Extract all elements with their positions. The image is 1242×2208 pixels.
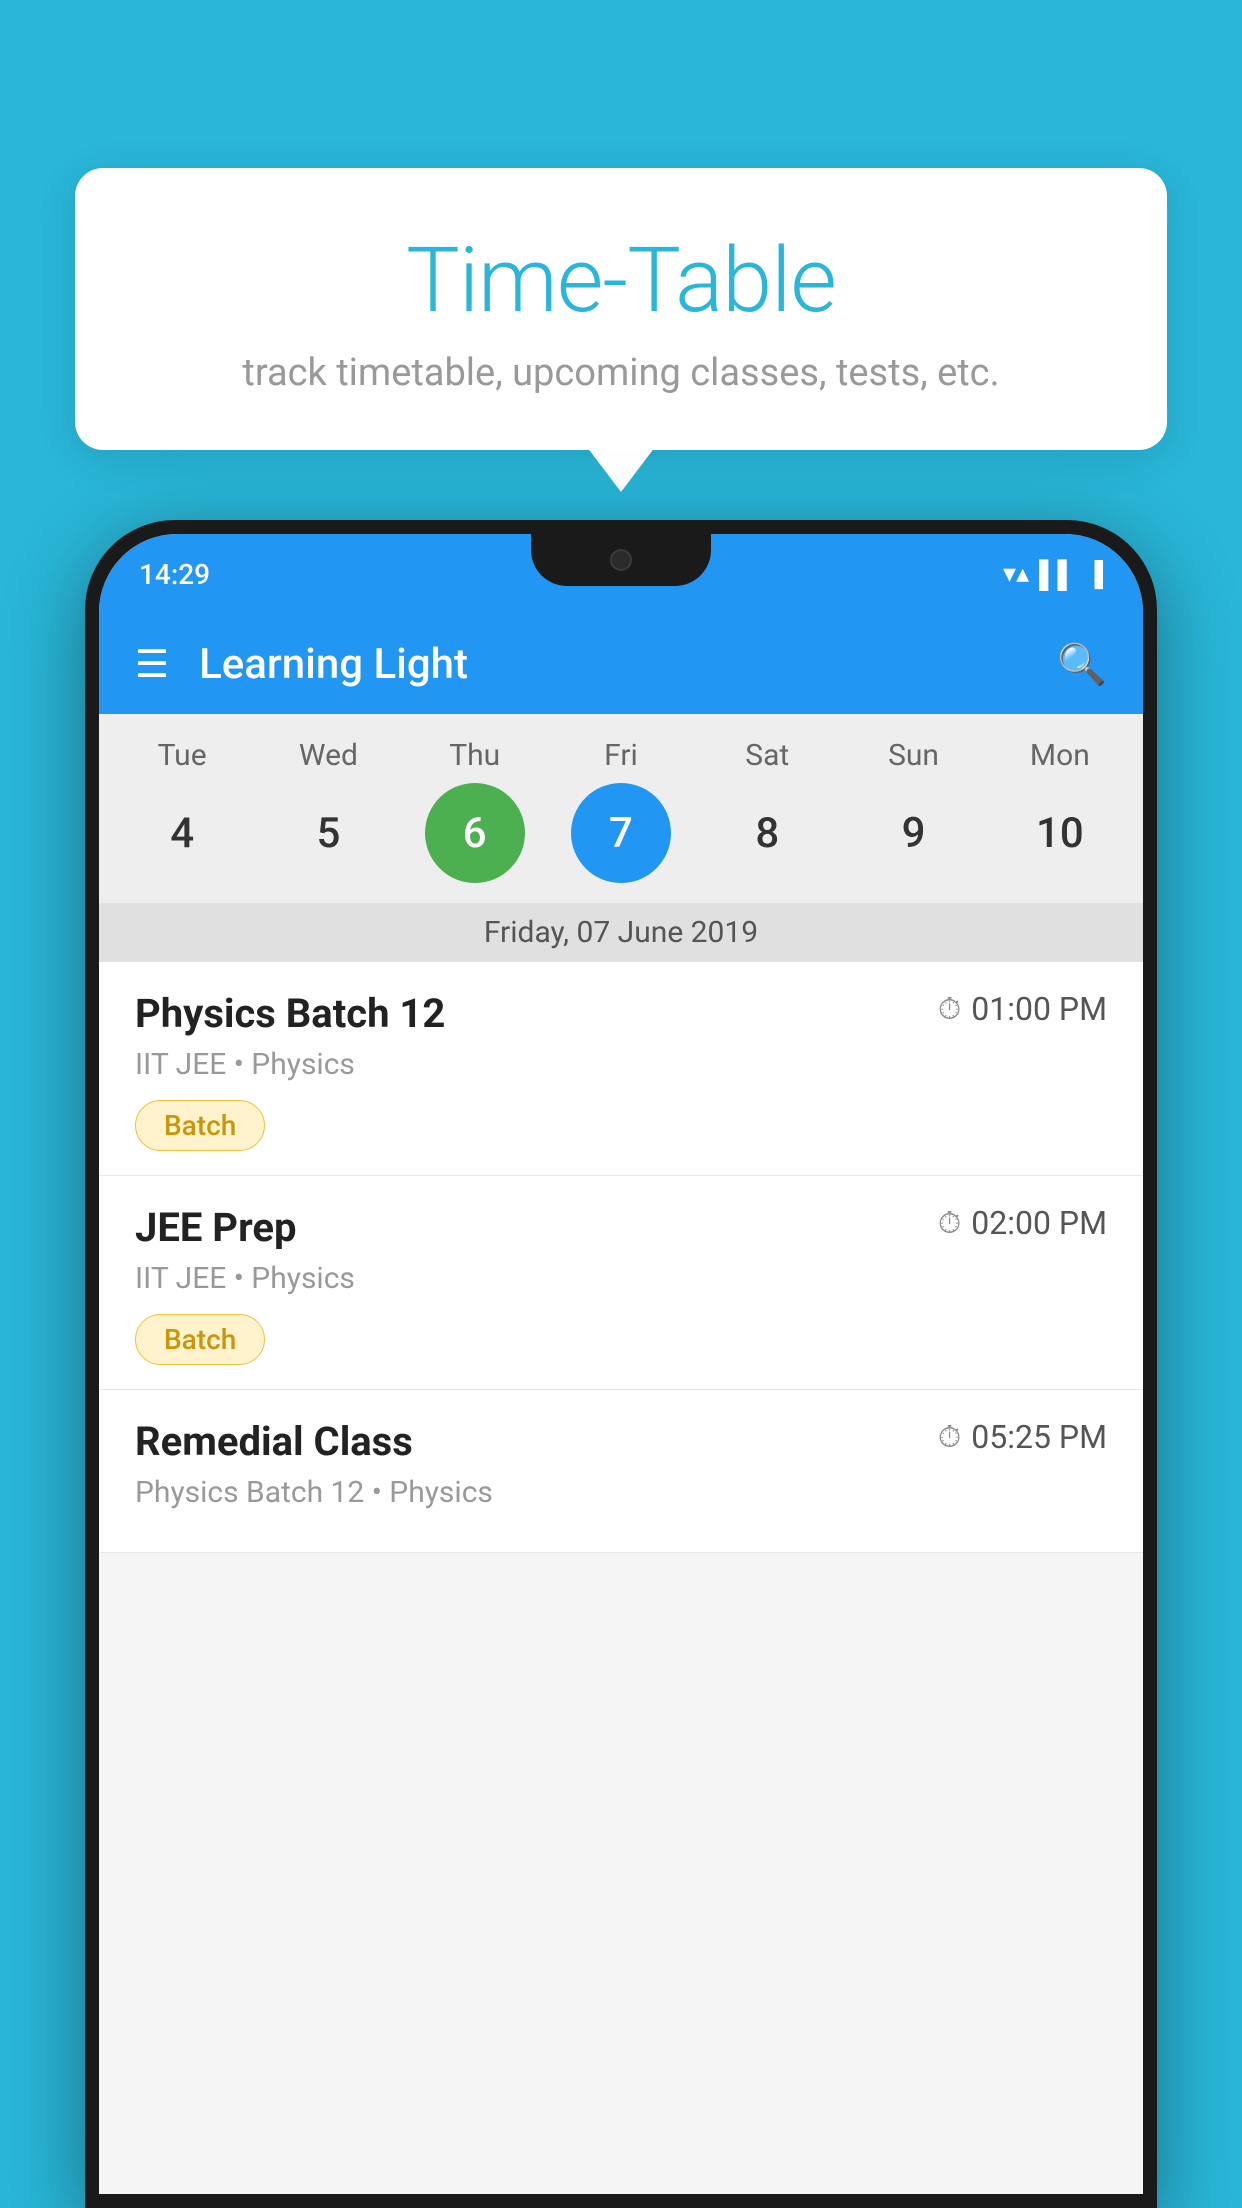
phone-screen: 14:29 ▾▴ ▌▌ ▐ ☰ Learning Light 🔍 TueWedT… [99,534,1143,2194]
battery-icon: ▐ [1086,560,1103,589]
day-number-5[interactable]: 5 [278,783,378,883]
batch-tag-0: Batch [135,1100,265,1151]
camera [610,549,632,571]
app-bar: ☰ Learning Light 🔍 [99,614,1143,714]
clock-icon: ⏱ [938,1420,961,1455]
phone-mockup: 14:29 ▾▴ ▌▌ ▐ ☰ Learning Light 🔍 TueWedT… [85,520,1157,2208]
day-header-sun: Sun [849,738,979,773]
selected-date-label: Friday, 07 June 2019 [99,903,1143,962]
day-number-7[interactable]: 7 [571,783,671,883]
day-number-10[interactable]: 10 [1010,783,1110,883]
calendar-strip: Tue Wed Thu Fri Sat Sun Mon 456789 10 Friday, 0… [99,714,1143,962]
tooltip-title: Time-Table [125,228,1117,333]
signal-icon: ▌▌ [1039,559,1076,590]
day-number-6[interactable]: 6 [425,783,525,883]
day-header-tue: Tue [117,738,247,773]
day-header-mon: Mon [995,738,1125,773]
day-header-wed: Wed [263,738,393,773]
class-time-0: ⏱01:00 PM [938,990,1107,1028]
day-numbers: 456789 10 [99,783,1143,903]
day-header-sat: Sat [702,738,832,773]
day-number-8[interactable]: 8 [717,783,817,883]
class-name-0: Physics Batch 12 [135,990,445,1037]
class-name-1: JEE Prep [135,1204,296,1251]
class-item-2[interactable]: Remedial Class ⏱05:25 PM Physics Batch 12 … [99,1390,1143,1553]
day-number-9[interactable]: 9 [864,783,964,883]
day-headers: Tue Wed Thu Fri Sat Sun Mon [99,738,1143,783]
clock-icon: ⏱ [938,992,961,1027]
class-time-1: ⏱02:00 PM [938,1204,1107,1242]
class-time-2: ⏱05:25 PM [938,1418,1107,1456]
tooltip-subtitle: track timetable, upcoming classes, tests… [125,351,1117,395]
batch-tag-1: Batch [135,1314,265,1365]
class-meta-1: IIT JEE • Physics [135,1261,1107,1296]
tooltip-card: Time-Table track timetable, upcoming cla… [75,168,1167,450]
day-number-4[interactable]: 4 [132,783,232,883]
day-header-thu: Thu [410,738,540,773]
wifi-icon: ▾▴ [1003,559,1029,589]
app-title: Learning Light [199,640,1027,689]
class-item-1[interactable]: JEE Prep ⏱02:00 PM IIT JEE • Physics Batch [99,1176,1143,1390]
status-icons: ▾▴ ▌▌ ▐ [1003,559,1103,590]
search-icon[interactable]: 🔍 [1057,641,1107,688]
class-list: Physics Batch 12 ⏱01:00 PM IIT JEE • Physi… [99,962,1143,1553]
class-meta-2: Physics Batch 12 • Physics [135,1475,1107,1510]
status-bar: 14:29 ▾▴ ▌▌ ▐ [99,534,1143,614]
class-meta-0: IIT JEE • Physics [135,1047,1107,1082]
status-time: 14:29 [139,558,210,591]
clock-icon: ⏱ [938,1206,961,1241]
notch [531,534,711,586]
class-item-0[interactable]: Physics Batch 12 ⏱01:00 PM IIT JEE • Physi… [99,962,1143,1176]
day-header-fri: Fri [556,738,686,773]
class-name-2: Remedial Class [135,1418,413,1465]
hamburger-icon[interactable]: ☰ [135,642,169,687]
